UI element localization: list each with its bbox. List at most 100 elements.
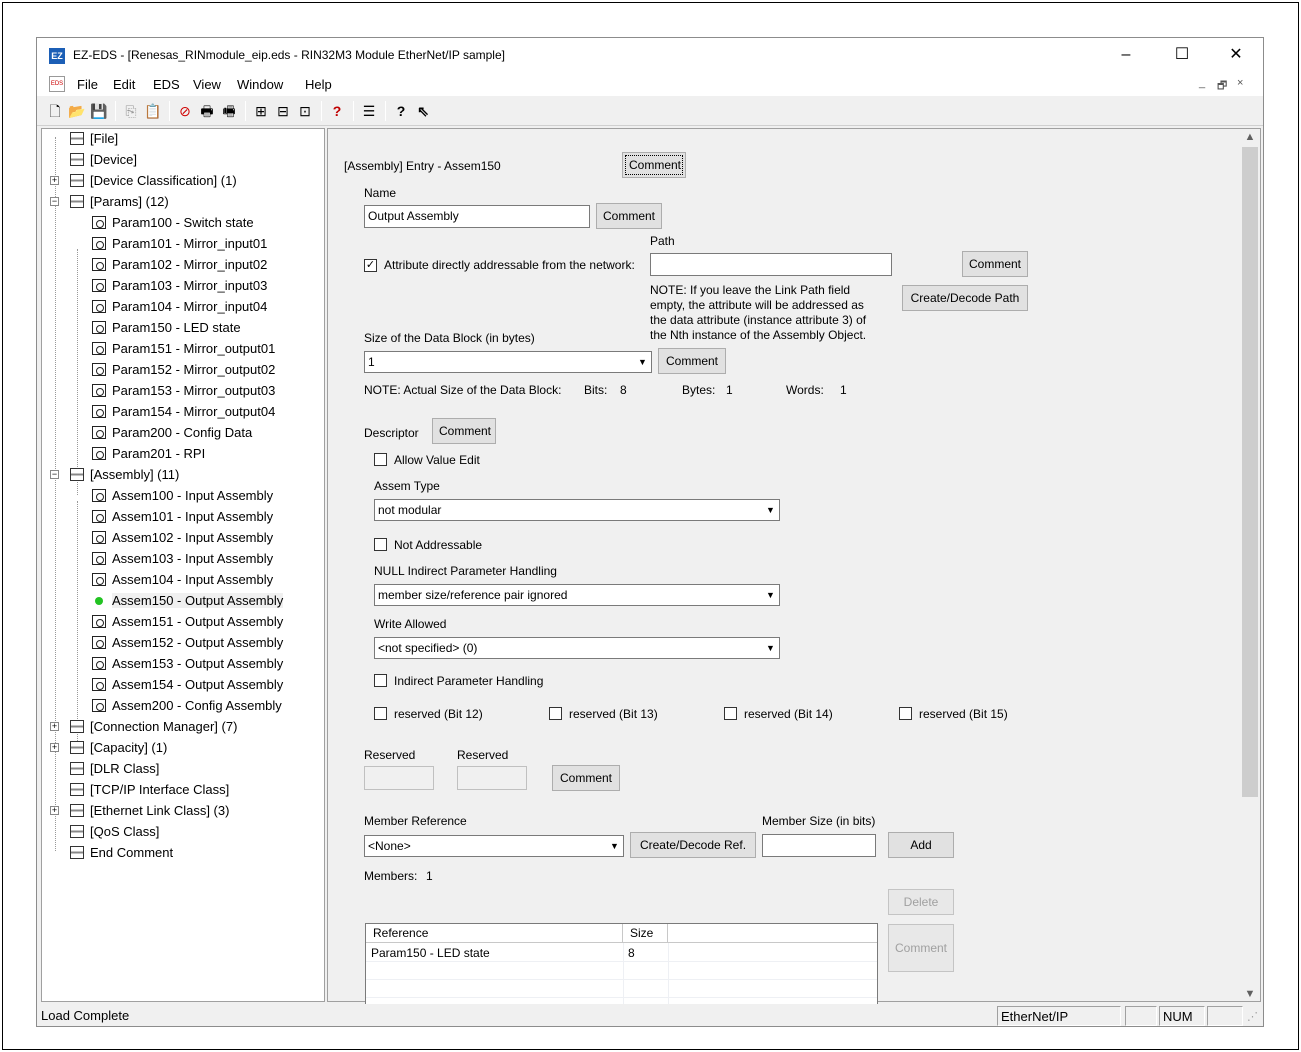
expand-icon[interactable]: +: [50, 743, 59, 752]
tree-item[interactable]: Assem103 - Input Assembly: [92, 549, 273, 569]
tree-item[interactable]: [QoS Class]: [70, 822, 159, 842]
print-icon[interactable]: 🖶: [197, 101, 217, 121]
scroll-thumb[interactable]: [1242, 147, 1258, 797]
open-folder-icon[interactable]: 📂: [67, 101, 87, 121]
tree-item[interactable]: Param104 - Mirror_input04: [92, 297, 267, 317]
member-comment-button[interactable]: Comment: [888, 924, 954, 972]
path-field[interactable]: [650, 253, 892, 276]
expand-icon[interactable]: +: [50, 806, 59, 815]
tree-item[interactable]: Assem101 - Input Assembly: [92, 507, 273, 527]
tree-item[interactable]: Param153 - Mirror_output03: [92, 381, 275, 401]
tree-item[interactable]: Assem153 - Output Assembly: [92, 654, 283, 674]
tree-item[interactable]: Assem152 - Output Assembly: [92, 633, 283, 653]
menu-edit[interactable]: Edit: [113, 77, 135, 92]
tree-item[interactable]: + [Ethernet Link Class] (3): [50, 801, 229, 821]
create-decode-path-button[interactable]: Create/Decode Path: [902, 285, 1028, 311]
tree-item[interactable]: + [Connection Manager] (7): [50, 717, 237, 737]
null-indirect-dropdown[interactable]: member size/reference pair ignored ▼: [374, 584, 780, 606]
entry-comment-button[interactable]: Comment: [622, 152, 686, 178]
tree-item[interactable]: Param103 - Mirror_input03: [92, 276, 267, 296]
scroll-up-icon[interactable]: ▲: [1240, 129, 1260, 146]
reserved-bit15-checkbox[interactable]: [899, 707, 912, 720]
tree-item[interactable]: [Device]: [70, 150, 137, 170]
tree-item[interactable]: Assem151 - Output Assembly: [92, 612, 283, 632]
expand-icon[interactable]: +: [50, 722, 59, 731]
paste-icon[interactable]: 📋: [143, 101, 163, 121]
tree-item[interactable]: Param151 - Mirror_output01: [92, 339, 275, 359]
delete-member-button[interactable]: Delete: [888, 889, 954, 915]
close-button[interactable]: ✕: [1213, 38, 1259, 72]
copy-icon[interactable]: ⎘: [121, 101, 141, 121]
name-field[interactable]: Output Assembly: [364, 205, 590, 228]
tree-item[interactable]: Param150 - LED state: [92, 318, 241, 338]
mdi-minimize-button[interactable]: _: [1199, 77, 1205, 89]
form-scrollbar[interactable]: ▲ ▼: [1240, 129, 1260, 1001]
tree-item[interactable]: Assem100 - Input Assembly: [92, 486, 273, 506]
vendor-icon[interactable]: ⊡: [295, 101, 315, 121]
tree-item[interactable]: Assem104 - Input Assembly: [92, 570, 273, 590]
name-comment-button[interactable]: Comment: [596, 203, 662, 229]
minimize-button[interactable]: –: [1103, 38, 1149, 72]
menu-window[interactable]: Window: [237, 77, 283, 92]
tree-item[interactable]: − [Params] (12): [50, 192, 169, 212]
tree-item[interactable]: Param101 - Mirror_input01: [92, 234, 267, 254]
reserved-bit14-checkbox[interactable]: [724, 707, 737, 720]
document-icon[interactable]: EDS: [49, 76, 65, 92]
reserved-comment-button[interactable]: Comment: [552, 765, 620, 791]
tree-item[interactable]: − [Assembly] (11): [50, 465, 179, 485]
new-file-icon[interactable]: 🗋: [45, 101, 65, 121]
tree-item[interactable]: End Comment: [70, 843, 173, 863]
text-view-icon[interactable]: ☰: [359, 101, 379, 121]
tree-item[interactable]: + [Device Classification] (1): [50, 171, 237, 191]
menu-help[interactable]: Help: [305, 77, 332, 92]
stop-icon[interactable]: ⊘: [175, 101, 195, 121]
mdi-close-button[interactable]: ×: [1237, 77, 1243, 89]
maximize-button[interactable]: ☐: [1159, 38, 1205, 72]
assem-type-dropdown[interactable]: not modular ▼: [374, 499, 780, 521]
tree-item[interactable]: + [Capacity] (1): [50, 738, 167, 758]
resize-grip-icon[interactable]: ⋰: [1247, 1010, 1258, 1023]
header-reference[interactable]: Reference: [366, 924, 623, 943]
allow-value-edit-checkbox[interactable]: [374, 453, 387, 466]
addressable-checkbox[interactable]: ✓: [364, 259, 377, 272]
menu-file[interactable]: File: [77, 77, 98, 92]
tree-item[interactable]: Param152 - Mirror_output02: [92, 360, 275, 380]
tree-item[interactable]: Param102 - Mirror_input02: [92, 255, 267, 275]
context-help-icon[interactable]: ⇖: [413, 101, 433, 121]
menu-view[interactable]: View: [193, 77, 221, 92]
tree-item[interactable]: [TCP/IP Interface Class]: [70, 780, 229, 800]
member-size-field[interactable]: [762, 834, 876, 857]
collapse-icon[interactable]: −: [50, 470, 59, 479]
descriptor-comment-button[interactable]: Comment: [432, 418, 496, 444]
size-comment-button[interactable]: Comment: [658, 348, 726, 374]
size-dropdown[interactable]: 1 ▼: [364, 351, 652, 373]
tree-item[interactable]: Assem154 - Output Assembly: [92, 675, 283, 695]
scroll-down-icon[interactable]: ▼: [1240, 986, 1260, 1001]
add-member-button[interactable]: Add: [888, 832, 954, 858]
path-comment-button[interactable]: Comment: [962, 251, 1028, 277]
tree-item[interactable]: Assem102 - Input Assembly: [92, 528, 273, 548]
reserved-bit12-checkbox[interactable]: [374, 707, 387, 720]
tree-item[interactable]: Assem150 - Output Assembly: [92, 591, 284, 611]
tree-item[interactable]: [File]: [70, 129, 118, 149]
tree-item[interactable]: [DLR Class]: [70, 759, 159, 779]
save-icon[interactable]: 💾: [89, 101, 109, 121]
tree-item[interactable]: Param154 - Mirror_output04: [92, 402, 275, 422]
collapse-icon[interactable]: −: [50, 197, 59, 206]
create-decode-ref-button[interactable]: Create/Decode Ref.: [630, 832, 756, 858]
print-preview-icon[interactable]: 🖷: [219, 101, 239, 121]
table-row[interactable]: Param150 - LED state 8: [366, 944, 877, 962]
help-book-icon[interactable]: ?: [327, 101, 347, 121]
tree-item[interactable]: Param201 - RPI: [92, 444, 205, 464]
indirect-param-checkbox[interactable]: [374, 674, 387, 687]
tree-item[interactable]: Param200 - Config Data: [92, 423, 252, 443]
header-size[interactable]: Size: [623, 924, 668, 943]
mdi-restore-button[interactable]: 🗗: [1217, 77, 1227, 96]
help-icon[interactable]: ?: [391, 101, 411, 121]
tree-item[interactable]: Param100 - Switch state: [92, 213, 254, 233]
tree-item[interactable]: Assem200 - Config Assembly: [92, 696, 282, 716]
module-icon[interactable]: ⊟: [273, 101, 293, 121]
write-allowed-dropdown[interactable]: <not specified> (0) ▼: [374, 637, 780, 659]
not-addressable-checkbox[interactable]: [374, 538, 387, 551]
expand-icon[interactable]: +: [50, 176, 59, 185]
